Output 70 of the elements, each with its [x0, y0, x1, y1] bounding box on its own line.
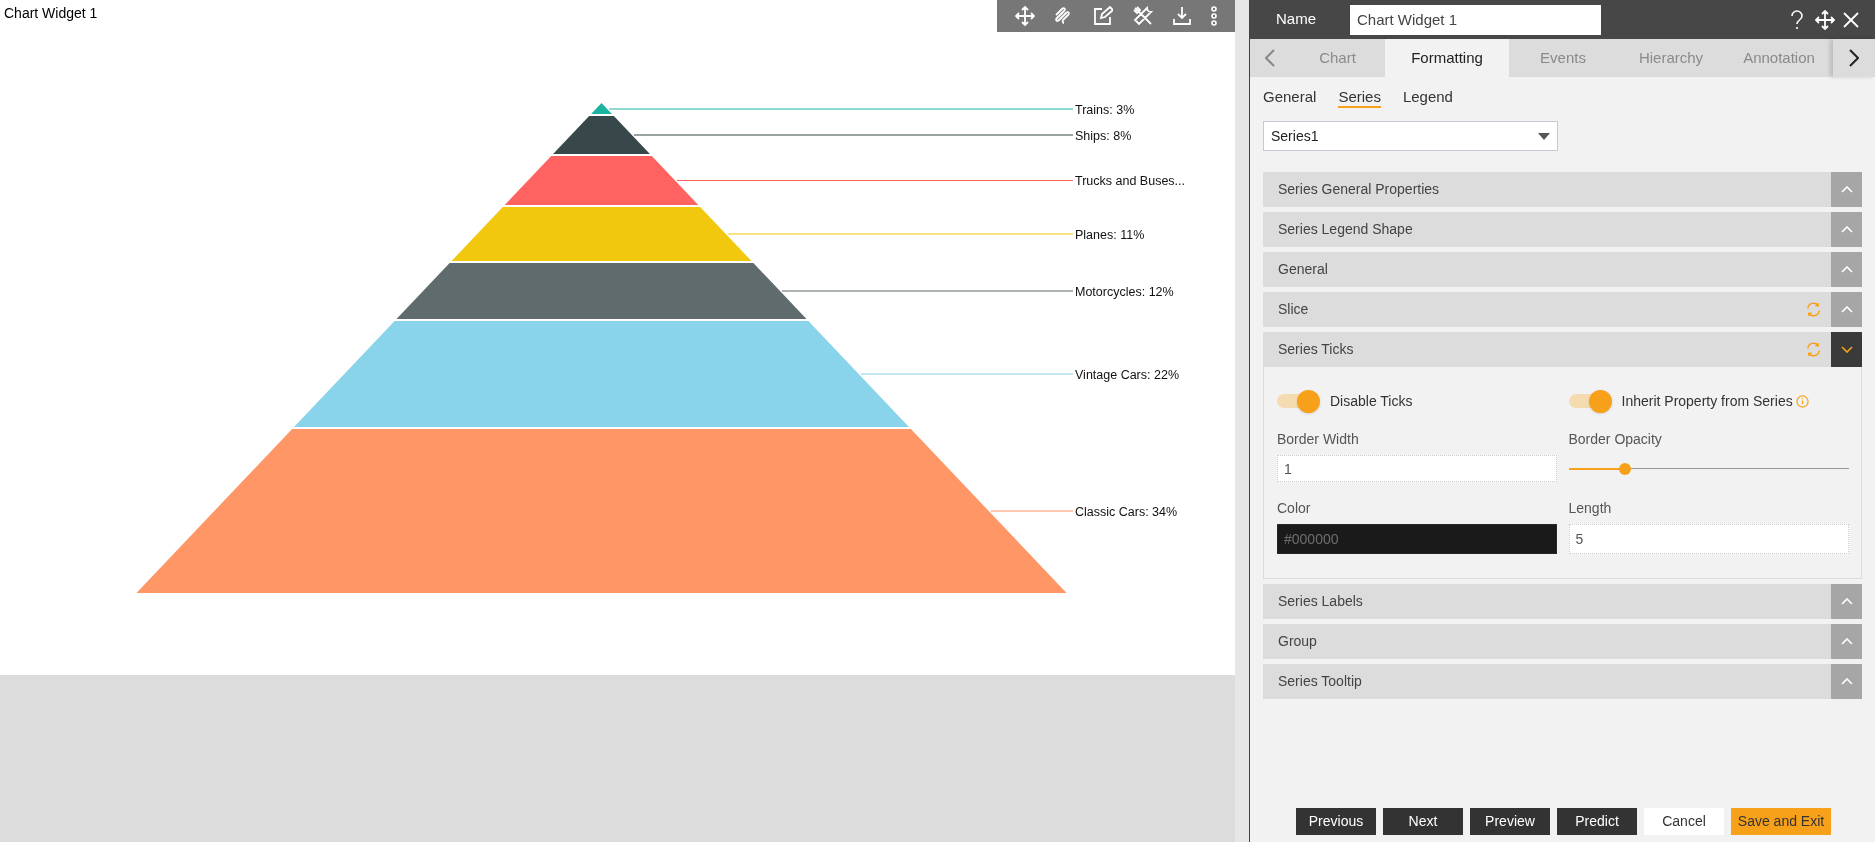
slice-label: Trains: 3% — [1075, 102, 1135, 117]
close-icon[interactable] — [1843, 11, 1859, 28]
border-width-field[interactable]: 1 — [1277, 455, 1557, 482]
chevron-icon[interactable] — [1831, 212, 1862, 247]
section-header[interactable]: Group — [1263, 624, 1862, 659]
action-button[interactable]: Cancel — [1644, 808, 1724, 835]
section-header[interactable]: Series Tooltip — [1263, 664, 1862, 699]
section-header[interactable]: Series General Properties — [1263, 172, 1862, 207]
chevron-icon[interactable] — [1831, 292, 1862, 327]
section-header[interactable]: Series Labels — [1263, 584, 1862, 619]
chevron-icon[interactable] — [1831, 172, 1862, 207]
info-icon[interactable] — [1795, 394, 1809, 408]
more-icon[interactable] — [1211, 6, 1218, 26]
name-field[interactable]: Chart Widget 1 — [1350, 4, 1601, 35]
toggle-label: Disable Ticks — [1330, 391, 1413, 411]
slice-label: Motorcycles: 12% — [1075, 284, 1174, 299]
action-button[interactable]: Predict — [1557, 808, 1637, 835]
sub-tab[interactable]: Legend — [1402, 86, 1453, 108]
section-title: Slice — [1277, 300, 1310, 319]
download-icon[interactable] — [1171, 6, 1192, 26]
field-label: Border Opacity — [1568, 430, 1663, 449]
toggle-label: Inherit Property from Series — [1621, 391, 1793, 411]
slider-thumb[interactable] — [1618, 462, 1631, 475]
move-icon[interactable] — [1815, 9, 1835, 30]
action-button[interactable]: Preview — [1470, 808, 1550, 835]
slice-label: Planes: 11% — [1075, 227, 1145, 242]
chevron-icon[interactable] — [1831, 624, 1862, 659]
action-button[interactable]: Previous — [1296, 808, 1376, 835]
section-title: Series Legend Shape — [1277, 220, 1414, 239]
field-label: Color — [1277, 499, 1312, 518]
action-button[interactable]: Save and Exit — [1731, 808, 1831, 835]
slice-label: Vintage Cars: 22% — [1075, 367, 1179, 382]
chevron-icon[interactable] — [1831, 332, 1862, 367]
series-dropdown[interactable]: Series1 — [1263, 121, 1558, 151]
caret-icon — [1538, 132, 1550, 140]
edit-icon[interactable] — [1093, 6, 1114, 26]
splitter-bar[interactable] — [1235, 0, 1250, 842]
move-icon[interactable] — [1014, 6, 1035, 26]
refresh-icon[interactable] — [1806, 302, 1821, 317]
length-field[interactable]: 5 — [1568, 524, 1849, 554]
slice-label: Ships: 8% — [1075, 128, 1132, 143]
tab[interactable]: Formatting — [1385, 39, 1509, 77]
section-header[interactable]: Slice — [1263, 292, 1862, 327]
tools-icon[interactable] — [1132, 6, 1153, 26]
toggle-switch[interactable] — [1277, 389, 1322, 413]
refresh-icon[interactable] — [1806, 342, 1821, 357]
chevron-icon[interactable] — [1831, 584, 1862, 619]
action-button[interactable]: Next — [1383, 808, 1463, 835]
field-label: Border Width — [1277, 430, 1360, 449]
help-icon[interactable] — [1789, 9, 1805, 30]
slice-label: Classic Cars: 34% — [1075, 504, 1178, 519]
sub-tab[interactable]: General — [1263, 86, 1317, 108]
chevron-icon[interactable] — [1831, 664, 1862, 699]
sub-tab[interactable]: Series — [1338, 86, 1381, 108]
section-title: Group — [1277, 632, 1318, 651]
field-label: Length — [1568, 499, 1613, 518]
widget-title: Chart Widget 1 — [4, 4, 98, 23]
name-label: Name — [1275, 9, 1317, 30]
section-header[interactable]: Series Legend Shape — [1263, 212, 1862, 247]
section-title: Series Ticks — [1277, 340, 1355, 359]
section-title: Series Tooltip — [1277, 672, 1363, 691]
section-header[interactable]: Series Ticks — [1263, 332, 1862, 367]
section-title: Series Labels — [1277, 592, 1364, 611]
section-title: Series General Properties — [1277, 180, 1441, 199]
slice-label: Trucks and Buses... — [1075, 174, 1185, 188]
chevron-icon[interactable] — [1831, 252, 1862, 287]
section-title: General — [1277, 260, 1329, 279]
color-field[interactable]: #000000 — [1277, 524, 1557, 554]
toggle-switch[interactable] — [1568, 389, 1614, 413]
section-header[interactable]: General — [1263, 252, 1862, 287]
